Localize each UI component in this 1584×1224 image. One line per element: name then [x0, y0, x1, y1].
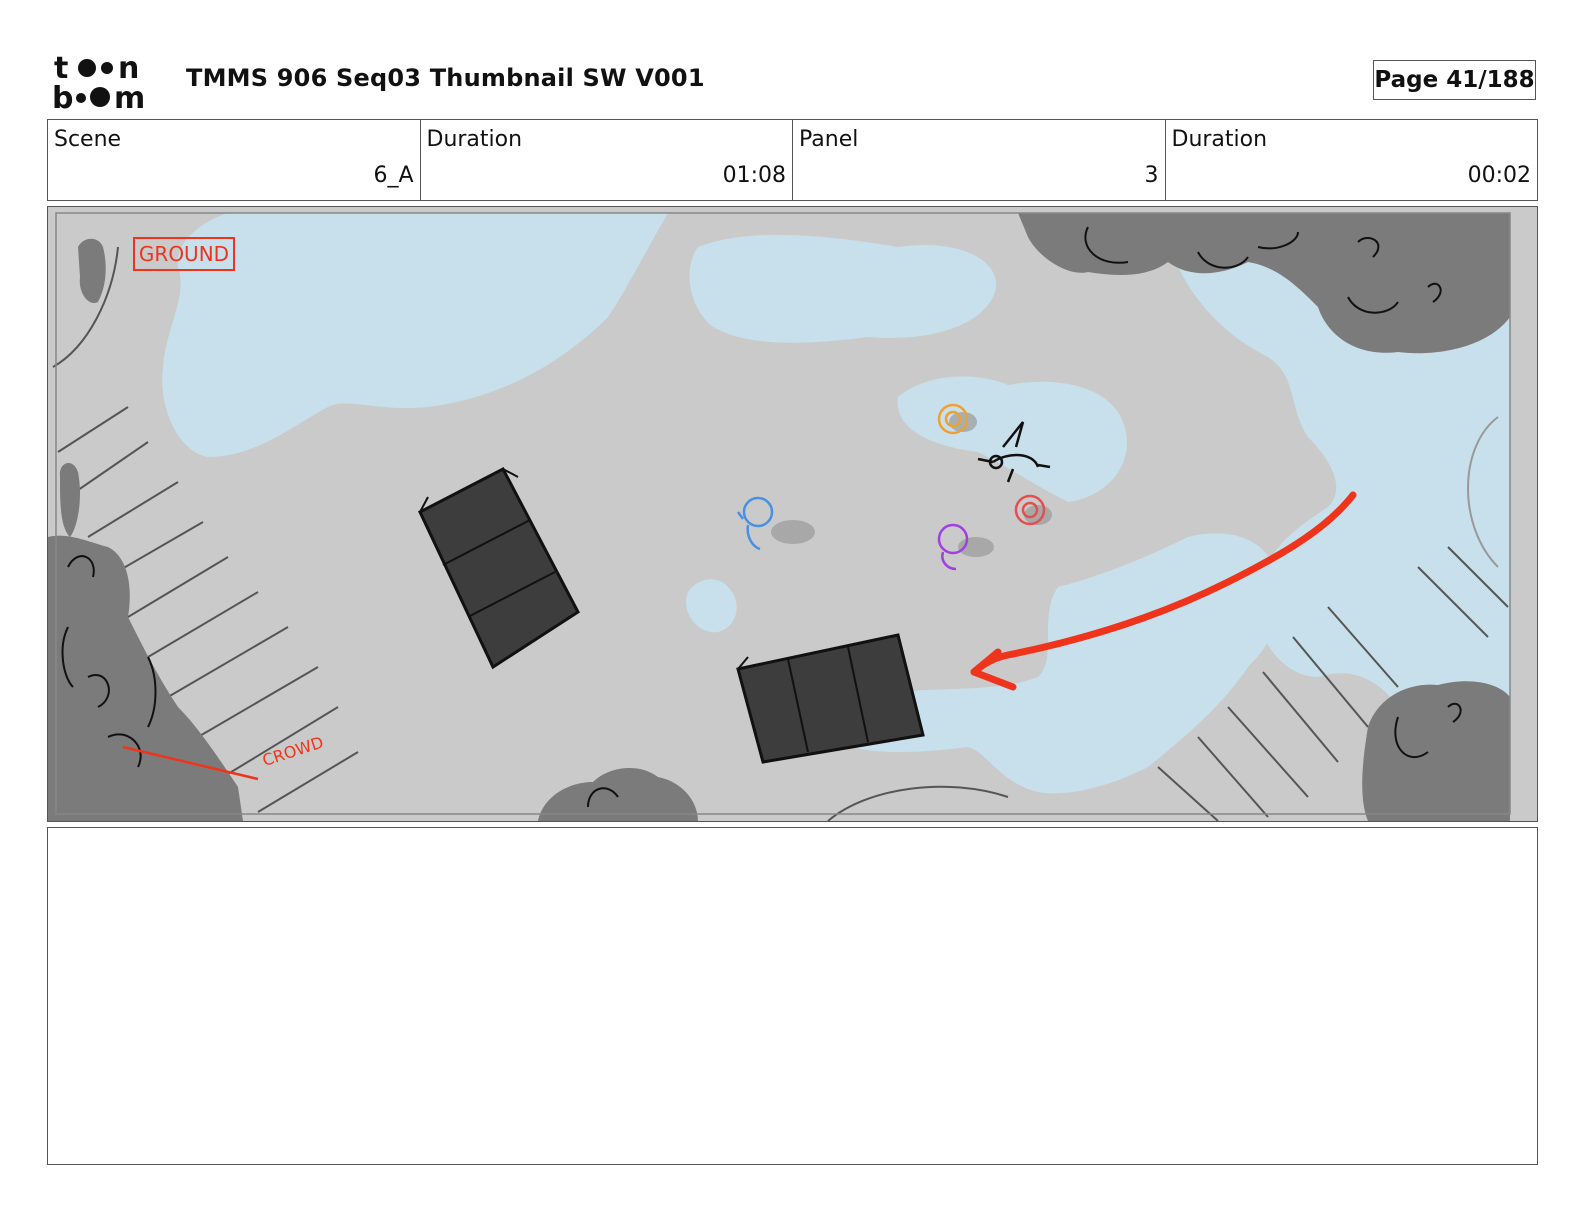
scene-duration-cell: Duration 01:08	[421, 120, 793, 200]
shrub-bottom-right	[1362, 681, 1510, 821]
storyboard-drawing	[48, 207, 1537, 821]
scene-label: Scene	[54, 127, 122, 152]
document-title: TMMS 906 Seq03 Thumbnail SW V001	[186, 64, 705, 92]
panel-cell: Panel 3	[793, 120, 1166, 200]
storyboard-panel: GROUND CROWD	[47, 206, 1538, 822]
panel-notes-box	[47, 827, 1538, 1165]
scene-info-table: Scene 6_A Duration 01:08 Panel 3 Duratio…	[47, 119, 1538, 201]
svg-text:m: m	[114, 81, 145, 112]
panel-duration-label: Duration	[1171, 127, 1268, 152]
svg-text:b: b	[52, 81, 73, 112]
scene-cell: Scene 6_A	[48, 120, 421, 200]
scene-duration-label: Duration	[426, 127, 523, 152]
panel-duration-value: 00:02	[1467, 163, 1531, 188]
page-number: 41/188	[1446, 67, 1535, 93]
panel-duration-cell: Duration 00:02	[1166, 120, 1538, 200]
page-label: Page	[1374, 67, 1439, 93]
page-indicator: Page 41/188	[1373, 60, 1536, 100]
puddle-top-middle	[689, 234, 997, 343]
toon-boom-logo: t n b m	[52, 51, 145, 112]
scene-value: 6_A	[373, 163, 414, 188]
scene-duration-value: 01:08	[722, 163, 786, 188]
panel-label: Panel	[799, 127, 859, 152]
ground-label: GROUND	[133, 237, 235, 271]
panel-value: 3	[1144, 163, 1159, 188]
